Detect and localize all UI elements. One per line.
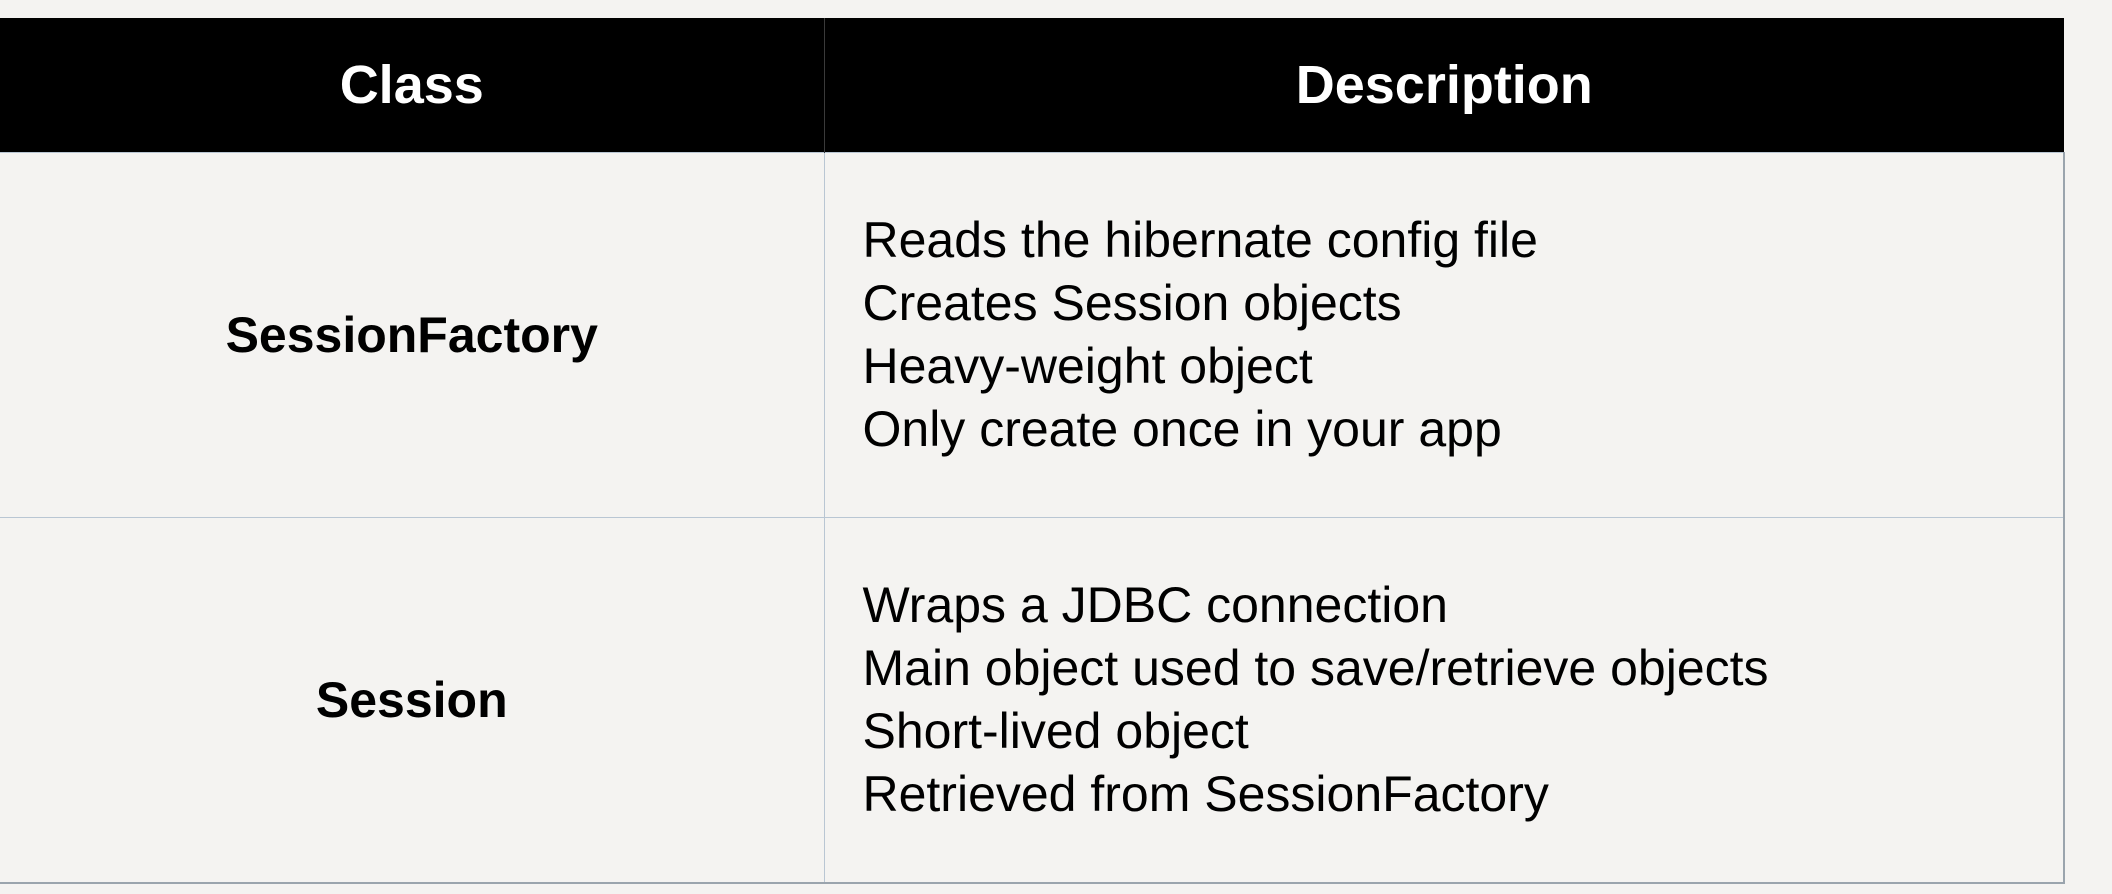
header-class: Class [0,18,825,153]
description-line: Reads the hibernate config file [862,212,1538,268]
header-description: Description [824,18,2064,153]
description-line: Creates Session objects [862,275,1402,331]
description-line: Main object used to save/retrieve object… [862,640,1769,696]
description-line: Retrieved from SessionFactory [862,766,1549,822]
class-name-cell: SessionFactory [0,152,825,518]
table-row-sessionfactory: SessionFactory Reads the hibernate confi… [0,152,2065,518]
description-line: Only create once in your app [862,401,1502,457]
class-description-table: Class Description SessionFactory Reads t… [0,18,2065,884]
description-list: Wraps a JDBC connection Main object used… [863,574,2064,826]
description-line: Short-lived object [862,703,1249,759]
class-name-cell: Session [0,517,825,884]
table-row-session: Session Wraps a JDBC connection Main obj… [0,517,2065,884]
description-cell: Reads the hibernate config file Creates … [824,152,2065,518]
description-line: Wraps a JDBC connection [862,577,1448,633]
description-line: Heavy-weight object [862,338,1313,394]
description-cell: Wraps a JDBC connection Main object used… [824,517,2065,884]
description-list: Reads the hibernate config file Creates … [863,209,2064,461]
table-header-row: Class Description [0,18,2064,153]
